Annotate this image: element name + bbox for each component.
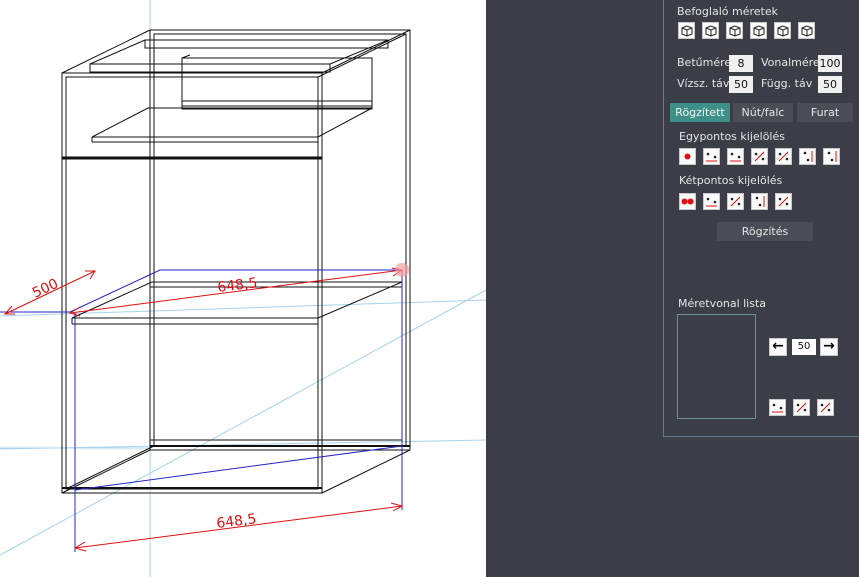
two-point-diagonal-button[interactable] <box>727 193 744 210</box>
point-diagonal-button[interactable] <box>751 148 768 165</box>
two-points-icon <box>681 198 694 205</box>
two-point-aligned-button[interactable] <box>775 193 792 210</box>
point-vertical-right-button[interactable] <box>823 148 840 165</box>
dim-list-box[interactable] <box>677 314 756 419</box>
cabinet-drawing: 500 648,5 648,5 <box>0 0 486 577</box>
prev-button[interactable]: ← <box>769 338 787 356</box>
h-dist-label: Vízsz. táv <box>677 77 730 90</box>
cube-diagonal-button[interactable] <box>750 22 767 39</box>
two-point-vertical-button[interactable] <box>751 193 768 210</box>
v-dist-label: Függ. táv <box>761 77 813 90</box>
two-point-title: Kétpontos kijelölés <box>679 174 783 187</box>
delete-icon <box>796 402 807 413</box>
point-button[interactable] <box>679 148 696 165</box>
two-point-horizontal-icon <box>706 197 717 207</box>
delete-button[interactable] <box>793 399 810 416</box>
cube-diagonal-icon <box>753 25 765 37</box>
two-points-button[interactable] <box>679 193 696 210</box>
step-input[interactable]: 50 <box>792 339 816 355</box>
merge-icon <box>772 403 783 413</box>
cube-depth-icon <box>729 25 741 37</box>
cube-top-width-icon <box>705 25 717 37</box>
delete-all-button[interactable] <box>817 399 834 416</box>
next-button[interactable]: → <box>820 338 838 356</box>
two-point-diagonal-icon <box>730 196 741 207</box>
tab-fixed[interactable]: Rögzített <box>670 103 730 122</box>
bounding-section-title: Befoglaló méretek <box>677 5 778 18</box>
cube-front-width-icon <box>681 25 693 37</box>
point-horizontal-top-button[interactable] <box>727 148 744 165</box>
dim-depth-label: 500 <box>30 276 61 302</box>
merge-button[interactable] <box>769 399 786 416</box>
single-point-title: Egypontos kijelölés <box>679 130 785 143</box>
dim-width-bottom-label: 648,5 <box>216 511 258 532</box>
tab-groove[interactable]: Nút/falc <box>733 103 793 122</box>
cube-height-icon <box>777 25 789 37</box>
cube-depth-button[interactable] <box>726 22 743 39</box>
point-icon <box>684 153 691 160</box>
delete-all-icon <box>820 402 831 413</box>
cube-top-width-button[interactable] <box>702 22 719 39</box>
arrow-right-icon: → <box>823 338 835 354</box>
font-size-input[interactable]: 8 <box>729 55 753 72</box>
point-vertical-right-icon <box>827 151 837 162</box>
two-point-aligned-icon <box>778 196 789 207</box>
arrow-left-icon: ← <box>772 338 784 354</box>
point-diagonal-left-button[interactable] <box>775 148 792 165</box>
cube-height-button[interactable] <box>774 22 791 39</box>
point-diagonal-icon <box>754 151 765 162</box>
3d-viewport[interactable]: 500 648,5 648,5 <box>0 0 486 577</box>
line-size-input[interactable]: 100 <box>818 55 842 72</box>
dim-list-title: Méretvonal lista <box>678 297 767 310</box>
point-vertical-button[interactable] <box>799 148 816 165</box>
h-dist-input[interactable]: 50 <box>729 76 753 93</box>
line-size-label: Vonalméret <box>761 56 825 69</box>
dim-width-top-label: 648,5 <box>217 275 259 296</box>
cube-front-width-button[interactable] <box>678 22 695 39</box>
cube-right-height-button[interactable] <box>798 22 815 39</box>
point-horizontal-icon <box>706 152 717 162</box>
record-button[interactable]: Rögzítés <box>717 222 813 241</box>
point-horizontal-button[interactable] <box>703 148 720 165</box>
point-diagonal-left-icon <box>778 151 789 162</box>
font-size-label: Betűméret <box>677 56 736 69</box>
cube-right-height-icon <box>801 25 813 37</box>
tab-drill[interactable]: Furat <box>797 103 853 122</box>
v-dist-input[interactable]: 50 <box>818 76 842 93</box>
two-point-horizontal-button[interactable] <box>703 193 720 210</box>
point-horizontal-top-icon <box>730 152 741 162</box>
two-point-vertical-icon <box>755 196 765 207</box>
dimension-panel: Befoglaló méretek Betűméret 8 Vonalméret… <box>486 0 859 577</box>
point-vertical-icon <box>803 151 813 162</box>
